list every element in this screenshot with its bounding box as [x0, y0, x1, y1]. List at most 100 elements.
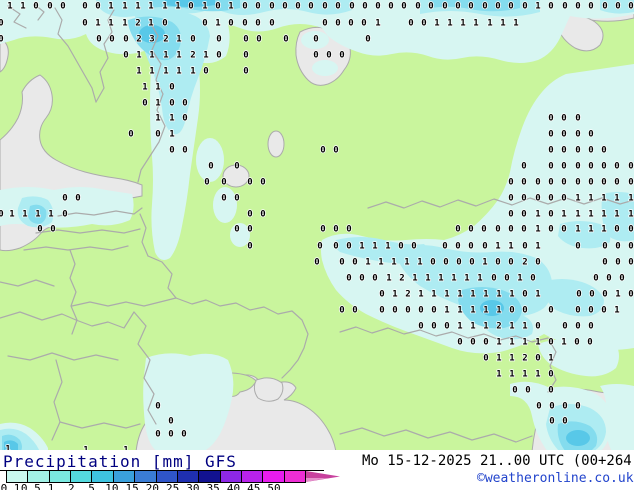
- precip-value: 0: [339, 306, 344, 316]
- scale-segment: [7, 471, 28, 482]
- precip-value: 1: [575, 225, 580, 235]
- scale-segment: [28, 471, 49, 482]
- precip-value: 1: [477, 274, 482, 284]
- precip-value: 0: [379, 290, 384, 300]
- precip-value: 0: [0, 210, 4, 220]
- precip-value: 1: [483, 322, 488, 332]
- precip-value: 0: [606, 274, 611, 284]
- precip-value: 1: [522, 338, 527, 348]
- precip-value: 1: [470, 306, 475, 316]
- precip-value: 1: [575, 210, 580, 220]
- precip-value: 0: [521, 178, 526, 188]
- precip-value: 0: [260, 210, 265, 220]
- precip-value: 0: [188, 2, 193, 12]
- precip-value: 1: [535, 338, 540, 348]
- color-scale-labels: 0.1 0.5 1 2 5 10 15 20 25 30 35 40 45 50: [0, 482, 360, 490]
- precip-value: 0: [628, 178, 633, 188]
- precip-value: 0: [548, 178, 553, 188]
- precip-value: 0: [504, 274, 509, 284]
- precip-value: 0: [508, 2, 513, 12]
- precip-value: 0: [339, 51, 344, 61]
- precip-value: 0: [256, 35, 261, 45]
- precip-value: 1: [535, 2, 540, 12]
- legend-title: Precipitation [mm] GFS: [3, 452, 237, 471]
- precip-value: 0: [320, 225, 325, 235]
- precip-value: 0: [521, 225, 526, 235]
- precip-value: 0: [421, 19, 426, 29]
- scale-label: 30: [186, 482, 200, 490]
- precip-value: 0: [615, 2, 620, 12]
- precip-value: 0: [482, 242, 487, 252]
- precip-value: 1: [496, 306, 501, 316]
- precip-value: 0: [431, 322, 436, 332]
- precip-value: 0: [628, 290, 633, 300]
- precip-value: 0: [408, 19, 413, 29]
- weather-map-screenshot: 1100000111111010100000000000000000000001…: [0, 0, 634, 490]
- precip-value: 1: [202, 2, 207, 12]
- precip-value: 0: [536, 402, 541, 412]
- precip-value: 0: [614, 162, 619, 172]
- precip-value: 0: [548, 306, 553, 316]
- precip-value: 1: [203, 51, 208, 61]
- precip-value: 1: [417, 258, 422, 268]
- precip-value: 1: [9, 210, 14, 220]
- precip-value: 1: [522, 370, 527, 380]
- precip-value: 1: [108, 19, 113, 29]
- precip-value: 0: [508, 225, 513, 235]
- precip-value: 1: [561, 338, 566, 348]
- precip-value: 0: [602, 242, 607, 252]
- precip-value: 1: [135, 2, 140, 12]
- precip-value: 0: [308, 2, 313, 12]
- precip-value: 1: [162, 2, 167, 12]
- precip-value: 1: [378, 258, 383, 268]
- precip-value: 0: [142, 99, 147, 109]
- precip-value: 1: [509, 370, 514, 380]
- precip-value: 0: [405, 306, 410, 316]
- precip-value: 0: [470, 338, 475, 348]
- precip-value: 0: [512, 386, 517, 396]
- precip-value: 0: [628, 242, 633, 252]
- precip-value: 0: [82, 19, 87, 29]
- precip-value: 0: [204, 178, 209, 188]
- precip-value: 0: [221, 194, 226, 204]
- precip-value: 0: [50, 225, 55, 235]
- precip-value: 0: [521, 194, 526, 204]
- precip-value: 0: [561, 114, 566, 124]
- precip-value: 0: [508, 178, 513, 188]
- precip-value: 0: [601, 162, 606, 172]
- precip-value: 0: [82, 2, 87, 12]
- precip-value: 1: [392, 290, 397, 300]
- precip-value: 0: [508, 210, 513, 220]
- precip-value: 0: [322, 19, 327, 29]
- scale-segment: [263, 471, 284, 482]
- precip-value: 0: [575, 2, 580, 12]
- precip-value: 1: [588, 225, 593, 235]
- precip-value: 0: [588, 130, 593, 140]
- precip-value: 1: [434, 19, 439, 29]
- scale-segment: [220, 471, 241, 482]
- precip4-caspian: [566, 430, 590, 446]
- precip-value: 1: [470, 322, 475, 332]
- legend-bar: Precipitation [mm] GFS 0.1 0.5 1 2 5 10 15 20 25…: [0, 450, 634, 490]
- scale-segment: [284, 471, 306, 482]
- precip-value: 0: [313, 35, 318, 45]
- precip-value: 0: [444, 322, 449, 332]
- precip-value: 1: [470, 290, 475, 300]
- precip-value: 0: [548, 162, 553, 172]
- precip-value: 1: [431, 290, 436, 300]
- precip-value: 0: [509, 306, 514, 316]
- precip-value: 0: [602, 290, 607, 300]
- precip-value: 0: [562, 417, 567, 427]
- scale-segment: [49, 471, 71, 482]
- sea-azov: [253, 377, 284, 402]
- precip-value: 0: [234, 225, 239, 235]
- precip-value: 0: [215, 2, 220, 12]
- precip-value: 0: [283, 35, 288, 45]
- precip-value: 2: [190, 51, 195, 61]
- precip-value: 1: [496, 290, 501, 300]
- precip-value: 0: [575, 146, 580, 156]
- precip-value: 0: [548, 194, 553, 204]
- precip-value: 0: [575, 162, 580, 172]
- precip-value: 1: [457, 290, 462, 300]
- precip-value: 1: [404, 258, 409, 268]
